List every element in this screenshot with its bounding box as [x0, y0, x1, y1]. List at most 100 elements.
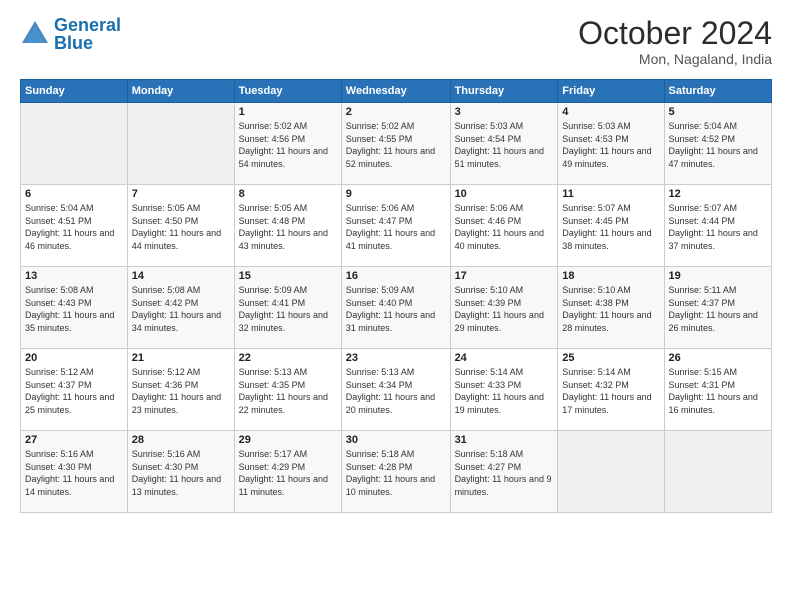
day-info: Sunrise: 5:07 AM Sunset: 4:45 PM Dayligh…	[562, 202, 659, 252]
day-number: 31	[455, 434, 554, 446]
calendar-cell: 22Sunrise: 5:13 AM Sunset: 4:35 PM Dayli…	[234, 349, 341, 431]
day-info: Sunrise: 5:09 AM Sunset: 4:40 PM Dayligh…	[346, 284, 446, 334]
day-info: Sunrise: 5:11 AM Sunset: 4:37 PM Dayligh…	[669, 284, 767, 334]
title-block: October 2024 Mon, Nagaland, India	[578, 16, 772, 67]
day-info: Sunrise: 5:03 AM Sunset: 4:54 PM Dayligh…	[455, 120, 554, 170]
calendar-cell: 30Sunrise: 5:18 AM Sunset: 4:28 PM Dayli…	[341, 431, 450, 513]
calendar-cell: 20 Sunrise: 5:12 AM Sunset: 4:37 PM Dayli…	[21, 349, 128, 431]
day-info: Sunrise: 5:13 AM Sunset: 4:35 PM Dayligh…	[239, 366, 337, 416]
day-number: 23	[346, 352, 446, 364]
day-number: 11	[562, 188, 659, 200]
calendar-cell: 13 Sunrise: 5:08 AM Sunset: 4:43 PM Dayli…	[21, 267, 128, 349]
day-number: 18	[562, 270, 659, 282]
calendar-cell: 6 Sunrise: 5:04 AM Sunset: 4:51 PM Daylig…	[21, 185, 128, 267]
calendar-cell: 9Sunrise: 5:06 AM Sunset: 4:47 PM Daylig…	[341, 185, 450, 267]
day-number: 25	[562, 352, 659, 364]
day-info: Sunrise: 5:03 AM Sunset: 4:53 PM Dayligh…	[562, 120, 659, 170]
day-info: Sunrise: 5:16 AM Sunset: 4:30 PM Dayligh…	[25, 448, 123, 498]
day-info: Sunrise: 5:05 AM Sunset: 4:50 PM Dayligh…	[132, 202, 230, 252]
day-info: Sunrise: 5:08 AM Sunset: 4:42 PM Dayligh…	[132, 284, 230, 334]
calendar-week-4: 27 Sunrise: 5:16 AM Sunset: 4:30 PM Dayli…	[21, 431, 772, 513]
day-number: 8	[239, 188, 337, 200]
logo-general: General	[54, 15, 121, 35]
day-info: Sunrise: 5:05 AM Sunset: 4:48 PM Dayligh…	[239, 202, 337, 252]
day-info: Sunrise: 5:10 AM Sunset: 4:39 PM Dayligh…	[455, 284, 554, 334]
col-thursday: Thursday	[450, 80, 558, 103]
calendar-cell: 18Sunrise: 5:10 AM Sunset: 4:38 PM Dayli…	[558, 267, 664, 349]
calendar-week-2: 13 Sunrise: 5:08 AM Sunset: 4:43 PM Dayli…	[21, 267, 772, 349]
calendar-cell: 27 Sunrise: 5:16 AM Sunset: 4:30 PM Dayli…	[21, 431, 128, 513]
location-subtitle: Mon, Nagaland, India	[578, 51, 772, 67]
day-info: Sunrise: 5:13 AM Sunset: 4:34 PM Dayligh…	[346, 366, 446, 416]
day-number: 13	[25, 270, 123, 282]
col-wednesday: Wednesday	[341, 80, 450, 103]
col-sunday: Sunday	[21, 80, 128, 103]
col-saturday: Saturday	[664, 80, 771, 103]
calendar-cell: 16Sunrise: 5:09 AM Sunset: 4:40 PM Dayli…	[341, 267, 450, 349]
day-number: 12	[669, 188, 767, 200]
day-number: 14	[132, 270, 230, 282]
calendar-cell: 4 Sunrise: 5:03 AM Sunset: 4:53 PM Daylig…	[558, 103, 664, 185]
header: General Blue October 2024 Mon, Nagaland,…	[20, 16, 772, 67]
calendar-cell: 28 Sunrise: 5:16 AM Sunset: 4:30 PM Dayli…	[127, 431, 234, 513]
calendar-cell	[558, 431, 664, 513]
day-info: Sunrise: 5:08 AM Sunset: 4:43 PM Dayligh…	[25, 284, 123, 334]
day-number: 15	[239, 270, 337, 282]
calendar-cell: 24Sunrise: 5:14 AM Sunset: 4:33 PM Dayli…	[450, 349, 558, 431]
calendar-cell: 2Sunrise: 5:02 AM Sunset: 4:55 PM Daylig…	[341, 103, 450, 185]
calendar-cell: 19 Sunrise: 5:11 AM Sunset: 4:37 PM Dayli…	[664, 267, 771, 349]
calendar-table: Sunday Monday Tuesday Wednesday Thursday…	[20, 79, 772, 513]
day-info: Sunrise: 5:04 AM Sunset: 4:51 PM Dayligh…	[25, 202, 123, 252]
day-info: Sunrise: 5:16 AM Sunset: 4:30 PM Dayligh…	[132, 448, 230, 498]
calendar-cell: 15 Sunrise: 5:09 AM Sunset: 4:41 PM Dayli…	[234, 267, 341, 349]
day-info: Sunrise: 5:02 AM Sunset: 4:55 PM Dayligh…	[346, 120, 446, 170]
calendar-cell: 8 Sunrise: 5:05 AM Sunset: 4:48 PM Daylig…	[234, 185, 341, 267]
day-info: Sunrise: 5:14 AM Sunset: 4:32 PM Dayligh…	[562, 366, 659, 416]
calendar-week-1: 6 Sunrise: 5:04 AM Sunset: 4:51 PM Daylig…	[21, 185, 772, 267]
day-info: Sunrise: 5:17 AM Sunset: 4:29 PM Dayligh…	[239, 448, 337, 498]
calendar-cell: 29 Sunrise: 5:17 AM Sunset: 4:29 PM Dayli…	[234, 431, 341, 513]
day-info: Sunrise: 5:07 AM Sunset: 4:44 PM Dayligh…	[669, 202, 767, 252]
day-number: 29	[239, 434, 337, 446]
day-number: 27	[25, 434, 123, 446]
day-number: 20	[25, 352, 123, 364]
day-number: 17	[455, 270, 554, 282]
day-info: Sunrise: 5:02 AM Sunset: 4:56 PM Dayligh…	[239, 120, 337, 170]
calendar-cell: 23 Sunrise: 5:13 AM Sunset: 4:34 PM Dayli…	[341, 349, 450, 431]
day-info: Sunrise: 5:09 AM Sunset: 4:41 PM Dayligh…	[239, 284, 337, 334]
calendar-week-3: 20 Sunrise: 5:12 AM Sunset: 4:37 PM Dayli…	[21, 349, 772, 431]
day-info: Sunrise: 5:06 AM Sunset: 4:46 PM Dayligh…	[455, 202, 554, 252]
calendar-cell: 11 Sunrise: 5:07 AM Sunset: 4:45 PM Dayli…	[558, 185, 664, 267]
calendar-cell: 5Sunrise: 5:04 AM Sunset: 4:52 PM Daylig…	[664, 103, 771, 185]
day-info: Sunrise: 5:14 AM Sunset: 4:33 PM Dayligh…	[455, 366, 554, 416]
day-number: 19	[669, 270, 767, 282]
calendar-cell: 7 Sunrise: 5:05 AM Sunset: 4:50 PM Daylig…	[127, 185, 234, 267]
day-number: 30	[346, 434, 446, 446]
col-friday: Friday	[558, 80, 664, 103]
calendar-cell	[127, 103, 234, 185]
logo: General Blue	[20, 16, 121, 52]
day-info: Sunrise: 5:15 AM Sunset: 4:31 PM Dayligh…	[669, 366, 767, 416]
day-info: Sunrise: 5:12 AM Sunset: 4:36 PM Dayligh…	[132, 366, 230, 416]
logo-blue: Blue	[54, 33, 93, 53]
day-number: 7	[132, 188, 230, 200]
day-number: 26	[669, 352, 767, 364]
calendar-cell: 12 Sunrise: 5:07 AM Sunset: 4:44 PM Dayli…	[664, 185, 771, 267]
calendar-cell	[664, 431, 771, 513]
day-number: 10	[455, 188, 554, 200]
calendar-week-0: 1Sunrise: 5:02 AM Sunset: 4:56 PM Daylig…	[21, 103, 772, 185]
calendar-cell: 25 Sunrise: 5:14 AM Sunset: 4:32 PM Dayli…	[558, 349, 664, 431]
calendar-cell: 10 Sunrise: 5:06 AM Sunset: 4:46 PM Dayli…	[450, 185, 558, 267]
calendar-cell: 14 Sunrise: 5:08 AM Sunset: 4:42 PM Dayli…	[127, 267, 234, 349]
page: General Blue October 2024 Mon, Nagaland,…	[0, 0, 792, 612]
calendar-cell: 31Sunrise: 5:18 AM Sunset: 4:27 PM Dayli…	[450, 431, 558, 513]
col-tuesday: Tuesday	[234, 80, 341, 103]
calendar-cell: 17 Sunrise: 5:10 AM Sunset: 4:39 PM Dayli…	[450, 267, 558, 349]
day-number: 6	[25, 188, 123, 200]
day-number: 21	[132, 352, 230, 364]
calendar-cell: 26 Sunrise: 5:15 AM Sunset: 4:31 PM Dayli…	[664, 349, 771, 431]
calendar-cell: 21 Sunrise: 5:12 AM Sunset: 4:36 PM Dayli…	[127, 349, 234, 431]
day-number: 28	[132, 434, 230, 446]
day-info: Sunrise: 5:12 AM Sunset: 4:37 PM Dayligh…	[25, 366, 123, 416]
day-number: 4	[562, 106, 659, 118]
